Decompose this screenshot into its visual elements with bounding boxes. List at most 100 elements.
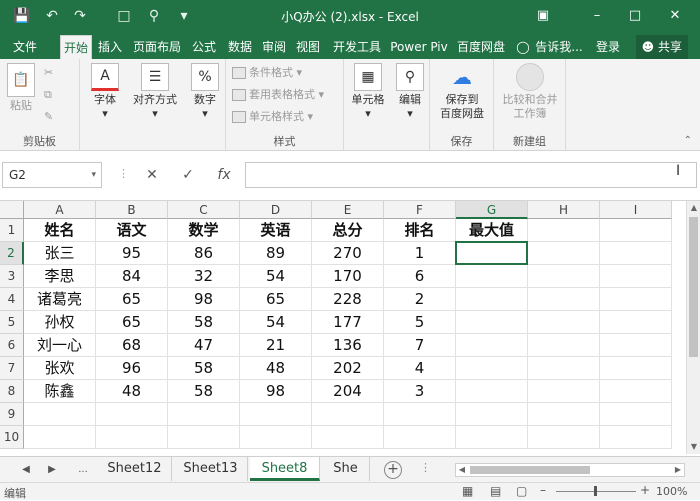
cell-b1[interactable]: 语文 (96, 219, 168, 242)
tab-view[interactable]: 视图 (292, 35, 324, 59)
formula-input[interactable] (245, 162, 697, 188)
cell-a10[interactable] (24, 426, 96, 449)
cell-b4[interactable]: 65 (96, 288, 168, 311)
tab-data[interactable]: 数据 (224, 35, 256, 59)
cell-a6[interactable]: 刘一心 (24, 334, 96, 357)
row-header-7[interactable]: 7 (0, 357, 24, 380)
cell-e2[interactable]: 270 (312, 242, 384, 265)
cell-d2[interactable]: 89 (240, 242, 312, 265)
more-sheets-button[interactable]: ... (72, 461, 94, 479)
table-format-button[interactable]: 套用表格格式 ▾ (232, 85, 324, 105)
cell-f2[interactable]: 1 (384, 242, 456, 265)
cell-a4[interactable]: 诸葛亮 (24, 288, 96, 311)
tab-split-handle[interactable]: ⋮ (420, 461, 431, 474)
cell-g10[interactable] (456, 426, 528, 449)
cell-a7[interactable]: 张欢 (24, 357, 96, 380)
cell-g7[interactable] (456, 357, 528, 380)
row-header-1[interactable]: 1 (0, 219, 24, 242)
cell-i6[interactable] (600, 334, 672, 357)
row-header-9[interactable]: 9 (0, 403, 24, 426)
cell-a8[interactable]: 陈鑫 (24, 380, 96, 403)
cell-e9[interactable] (312, 403, 384, 426)
cell-b5[interactable]: 65 (96, 311, 168, 334)
tell-me-search[interactable]: 告诉我... (534, 35, 584, 59)
cell-f3[interactable]: 6 (384, 265, 456, 288)
scroll-right-icon[interactable]: ▶ (672, 464, 684, 476)
cell-g6[interactable] (456, 334, 528, 357)
row-header-2[interactable]: 2 (0, 242, 24, 265)
cell-style-button[interactable]: 单元格样式 ▾ (232, 107, 313, 127)
minimize-button[interactable]: – (582, 5, 612, 27)
tab-page-layout[interactable]: 页面布局 (128, 35, 186, 59)
cell-a2[interactable]: 张三 (24, 242, 96, 265)
cell-d8[interactable]: 98 (240, 380, 312, 403)
cell-i4[interactable] (600, 288, 672, 311)
vertical-scrollbar[interactable]: ▲ ▼ (686, 201, 700, 454)
cell-d4[interactable]: 65 (240, 288, 312, 311)
row-header-6[interactable]: 6 (0, 334, 24, 357)
cell-g1[interactable]: 最大值 (456, 219, 528, 242)
column-header-c[interactable]: C (168, 201, 240, 219)
cell-d1[interactable]: 英语 (240, 219, 312, 242)
cell-d6[interactable]: 21 (240, 334, 312, 357)
tab-insert[interactable]: 插入 (95, 35, 125, 59)
align-button[interactable]: ☰ 对齐方式 ▾ (128, 63, 182, 121)
cell-d10[interactable] (240, 426, 312, 449)
maximize-button[interactable]: □ (620, 5, 650, 27)
cell-c1[interactable]: 数学 (168, 219, 240, 242)
zoom-in-icon[interactable]: + (640, 483, 650, 497)
cell-i10[interactable] (600, 426, 672, 449)
sheet-tab-sheet12[interactable]: Sheet12 (98, 457, 172, 481)
cell-a1[interactable]: 姓名 (24, 219, 96, 242)
cell-a5[interactable]: 孙权 (24, 311, 96, 334)
prev-sheet-icon[interactable]: ◀ (18, 461, 34, 479)
cell-a9[interactable] (24, 403, 96, 426)
cell-g2[interactable] (456, 242, 528, 265)
cell-c9[interactable] (168, 403, 240, 426)
cell-c3[interactable]: 32 (168, 265, 240, 288)
cancel-icon[interactable]: ✕ (137, 162, 167, 188)
cell-f6[interactable]: 7 (384, 334, 456, 357)
cell-i9[interactable] (600, 403, 672, 426)
copy-icon[interactable]: ⧉ (44, 85, 52, 105)
collapse-ribbon-icon[interactable]: ⌃ (684, 135, 692, 146)
cell-c7[interactable]: 58 (168, 357, 240, 380)
login-link[interactable]: 登录 (592, 35, 624, 59)
cell-b2[interactable]: 95 (96, 242, 168, 265)
cell-h9[interactable] (528, 403, 600, 426)
cell-c2[interactable]: 86 (168, 242, 240, 265)
cells-button[interactable]: ▦ 单元格 ▾ (348, 63, 388, 121)
font-button[interactable]: A 字体 ▾ (88, 63, 122, 121)
row-header-3[interactable]: 3 (0, 265, 24, 288)
name-box[interactable]: G2 ▾ (2, 162, 102, 188)
add-sheet-button[interactable]: + (384, 461, 402, 479)
page-break-view-icon[interactable]: ▢ (516, 484, 527, 498)
cell-b7[interactable]: 96 (96, 357, 168, 380)
cell-f4[interactable]: 2 (384, 288, 456, 311)
cell-d7[interactable]: 48 (240, 357, 312, 380)
cell-h4[interactable] (528, 288, 600, 311)
zoom-slider-thumb[interactable] (594, 486, 597, 496)
cell-f10[interactable] (384, 426, 456, 449)
cell-g5[interactable] (456, 311, 528, 334)
cell-f5[interactable]: 5 (384, 311, 456, 334)
scroll-left-icon[interactable]: ◀ (456, 464, 468, 476)
row-header-8[interactable]: 8 (0, 380, 24, 403)
cell-d9[interactable] (240, 403, 312, 426)
row-header-10[interactable]: 10 (0, 426, 24, 449)
column-header-i[interactable]: I (600, 201, 672, 219)
sheet-tab-she[interactable]: She (322, 457, 370, 481)
cell-c5[interactable]: 58 (168, 311, 240, 334)
number-button[interactable]: % 数字 ▾ (188, 63, 222, 121)
column-header-d[interactable]: D (240, 201, 312, 219)
cell-i3[interactable] (600, 265, 672, 288)
column-header-e[interactable]: E (312, 201, 384, 219)
page-layout-view-icon[interactable]: ▤ (490, 484, 501, 498)
cell-f8[interactable]: 3 (384, 380, 456, 403)
sheet-tab-sheet8[interactable]: Sheet8 (250, 457, 320, 481)
close-button[interactable]: ✕ (660, 5, 690, 27)
cell-h3[interactable] (528, 265, 600, 288)
cell-i8[interactable] (600, 380, 672, 403)
save-to-baidu-button[interactable]: ☁ 保存到 百度网盘 (434, 63, 490, 121)
normal-view-icon[interactable]: ▦ (462, 484, 473, 498)
